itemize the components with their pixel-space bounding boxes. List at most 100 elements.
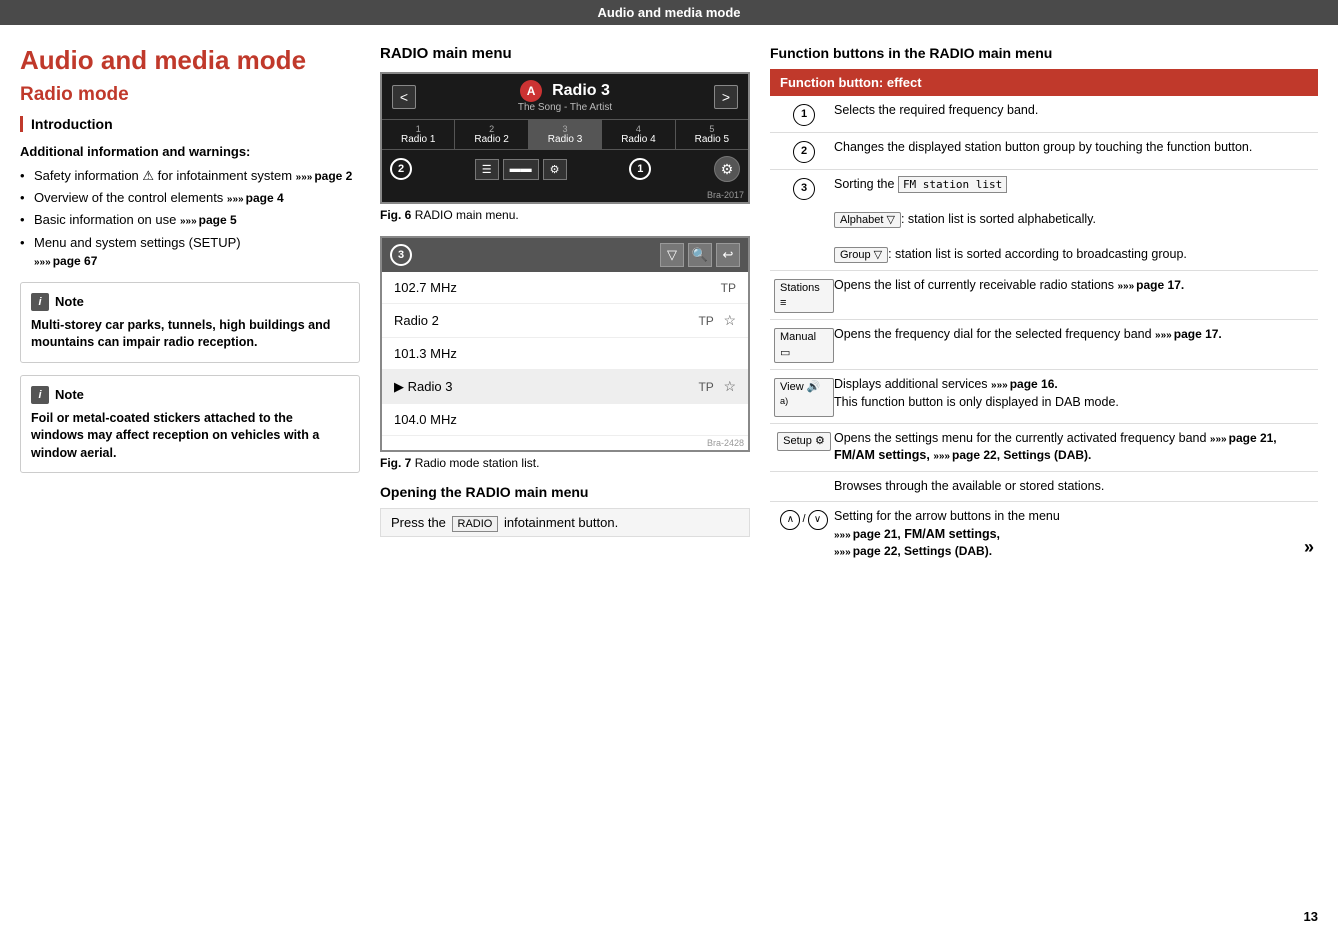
function-row-stations: Stations ≡ Opens the list of currently r…: [770, 271, 1318, 321]
station-freq-5: 104.0 MHz: [394, 412, 457, 427]
func-num-1: 1: [774, 102, 834, 126]
list-item: Overview of the control elements page 4: [20, 189, 360, 207]
func-desc-view: Displays additional services page 16. Th…: [834, 376, 1314, 411]
func-desc-browse: Browses through the available or stored …: [834, 478, 1314, 496]
radio-btn-row: ☰ ▬▬ ⚙: [475, 159, 567, 180]
note-text-1: Multi-storey car parks, tunnels, high bu…: [31, 317, 349, 352]
station-list-fig7: 3 ▽ 🔍 ↩ 102.7 MHz TP Radio 2 TP ☆ 101.3: [380, 236, 750, 452]
note-header-1: i Note: [31, 293, 349, 311]
func-circle-3: 3: [793, 178, 815, 200]
info-icon-1: i: [31, 293, 49, 311]
radio-presets-bar: 1 Radio 1 2 Radio 2 3 Radio 3 4 Radio 4 …: [382, 119, 748, 149]
func-circle-1: 1: [793, 104, 815, 126]
radio-preset-3[interactable]: 3 Radio 3: [529, 120, 602, 149]
list-item: Menu and system settings (SETUP)page 67: [20, 234, 360, 270]
station-list-num3: 3: [390, 244, 412, 266]
radio-button-label: RADIO: [452, 516, 499, 532]
func-num-2: 2: [774, 139, 834, 163]
func-num-setup: Setup ⚙: [774, 430, 834, 451]
func-desc-manual: Opens the frequency dial for the selecte…: [834, 326, 1314, 344]
func-num-3: 3: [774, 176, 834, 200]
sl-search-btn[interactable]: 🔍: [688, 243, 712, 267]
note-text-2: Foil or metal-coated stickers attached t…: [31, 410, 349, 463]
updown-circles: ∧ / ∨: [780, 510, 827, 530]
station-list-icons: ▽ 🔍 ↩: [660, 243, 740, 267]
manual-btn: Manual ▭: [774, 328, 834, 363]
manual-link: page 17.: [1155, 327, 1222, 341]
function-row-setup: Setup ⚙ Opens the settings menu for the …: [770, 424, 1318, 472]
bra-label-1: Bra-2017: [382, 188, 748, 202]
note-label-1: Note: [55, 294, 84, 309]
note-header-2: i Note: [31, 386, 349, 404]
function-row-browse: Browses through the available or stored …: [770, 472, 1318, 503]
view-link: page 16.: [991, 377, 1058, 391]
function-row-view: View 🔊a) Displays additional services pa…: [770, 370, 1318, 423]
radio-num-1: 1: [629, 158, 651, 180]
fig6-label: Fig. 6: [380, 208, 411, 222]
stations-btn: Stations ≡: [774, 279, 834, 314]
radio-ui-fig6: < A Radio 3 The Song - The Artist > 1 Ra…: [380, 72, 750, 204]
updown-link1: page 21,: [834, 527, 901, 541]
func-desc-3: Sorting the FM station list Alphabet ▽: …: [834, 176, 1314, 264]
page-number: 13: [1304, 909, 1318, 924]
stations-link: page 17.: [1117, 278, 1184, 292]
radio-preset-4[interactable]: 4 Radio 4: [602, 120, 675, 149]
radio-top-bar: < A Radio 3 The Song - The Artist >: [382, 74, 748, 119]
page-title: Audio and media mode: [20, 45, 360, 76]
station-row-4: ▶ Radio 3 TP ☆: [382, 370, 748, 404]
radio-settings-btn[interactable]: ⚙: [543, 159, 567, 180]
down-circle: ∨: [808, 510, 828, 530]
station-row-1: 102.7 MHz TP: [382, 272, 748, 304]
function-table-header: Function button: effect: [770, 69, 1318, 96]
fig7-caption: Fig. 7 Radio mode station list.: [380, 456, 750, 470]
sl-down-btn[interactable]: ▽: [660, 243, 684, 267]
func-num-browse: [774, 478, 834, 480]
middle-column: RADIO main menu < A Radio 3 The Song - T…: [380, 45, 750, 537]
setup-fmam: FM/AM settings, page 22, Settings (DAB).: [834, 448, 1091, 462]
radio-next-btn[interactable]: >: [714, 85, 738, 109]
radio-eq-btn[interactable]: ▬▬: [503, 159, 539, 180]
bullet-list: Safety information ⚠ for infotainment sy…: [20, 167, 360, 270]
opening-title: Opening the RADIO main menu: [380, 484, 750, 500]
func-desc-setup: Opens the settings menu for the currentl…: [834, 430, 1314, 465]
note-box-1: i Note Multi-storey car parks, tunnels, …: [20, 282, 360, 363]
setup-link1: page 21,: [1210, 431, 1277, 445]
opening-section: Opening the RADIO main menu Press the RA…: [380, 484, 750, 537]
radio-preset-1[interactable]: 1 Radio 1: [382, 120, 455, 149]
station-row-3: 101.3 MHz: [382, 338, 748, 370]
list-item: Basic information on use page 5: [20, 211, 360, 229]
additional-info-heading: Additional information and warnings:: [20, 144, 360, 159]
radio-subtitle: The Song - The Artist: [424, 102, 706, 113]
station-tp-1: TP: [721, 281, 736, 295]
func-num-manual: Manual ▭: [774, 326, 834, 363]
sl-back-btn[interactable]: ↩: [716, 243, 740, 267]
updown-fmam: FM/AM settings,: [904, 527, 1000, 541]
radio-preset-5[interactable]: 5 Radio 5: [676, 120, 748, 149]
func-desc-stations: Opens the list of currently receivable r…: [834, 277, 1314, 295]
link-page67: page 67: [34, 254, 97, 268]
station-freq-1: 102.7 MHz: [394, 280, 457, 295]
radio-gear-btn[interactable]: ⚙: [714, 156, 740, 182]
radio-station-name: Radio 3: [552, 82, 610, 100]
fig6-caption: Fig. 6 RADIO main menu.: [380, 208, 750, 222]
station-name-2: Radio 2: [394, 313, 439, 328]
radio-main-menu-title: RADIO main menu: [380, 45, 750, 62]
radio-menu-btn[interactable]: ☰: [475, 159, 499, 180]
alphabet-btn: Alphabet ▽: [834, 212, 901, 228]
station-row-5: 104.0 MHz: [382, 404, 748, 436]
station-tp-star-2: TP ☆: [698, 312, 736, 329]
radio-preset-2[interactable]: 2 Radio 2: [455, 120, 528, 149]
up-circle: ∧: [780, 510, 800, 530]
station-active-4: ▶ Radio 3: [394, 379, 452, 395]
radio-circle-a: A: [520, 80, 542, 102]
func-num-stations: Stations ≡: [774, 277, 834, 314]
function-row-updown: ∧ / ∨ Setting for the arrow buttons in t…: [770, 502, 1318, 567]
press-instruction: Press the RADIO infotainment button.: [380, 508, 750, 537]
radio-prev-btn[interactable]: <: [392, 85, 416, 109]
top-header: Audio and media mode: [0, 0, 1338, 25]
radio-num-2: 2: [390, 158, 412, 180]
note-label-2: Note: [55, 387, 84, 402]
fig6-text: RADIO main menu.: [415, 208, 519, 222]
link-page4: page 4: [227, 191, 284, 205]
list-item: Safety information ⚠ for infotainment sy…: [20, 167, 360, 185]
